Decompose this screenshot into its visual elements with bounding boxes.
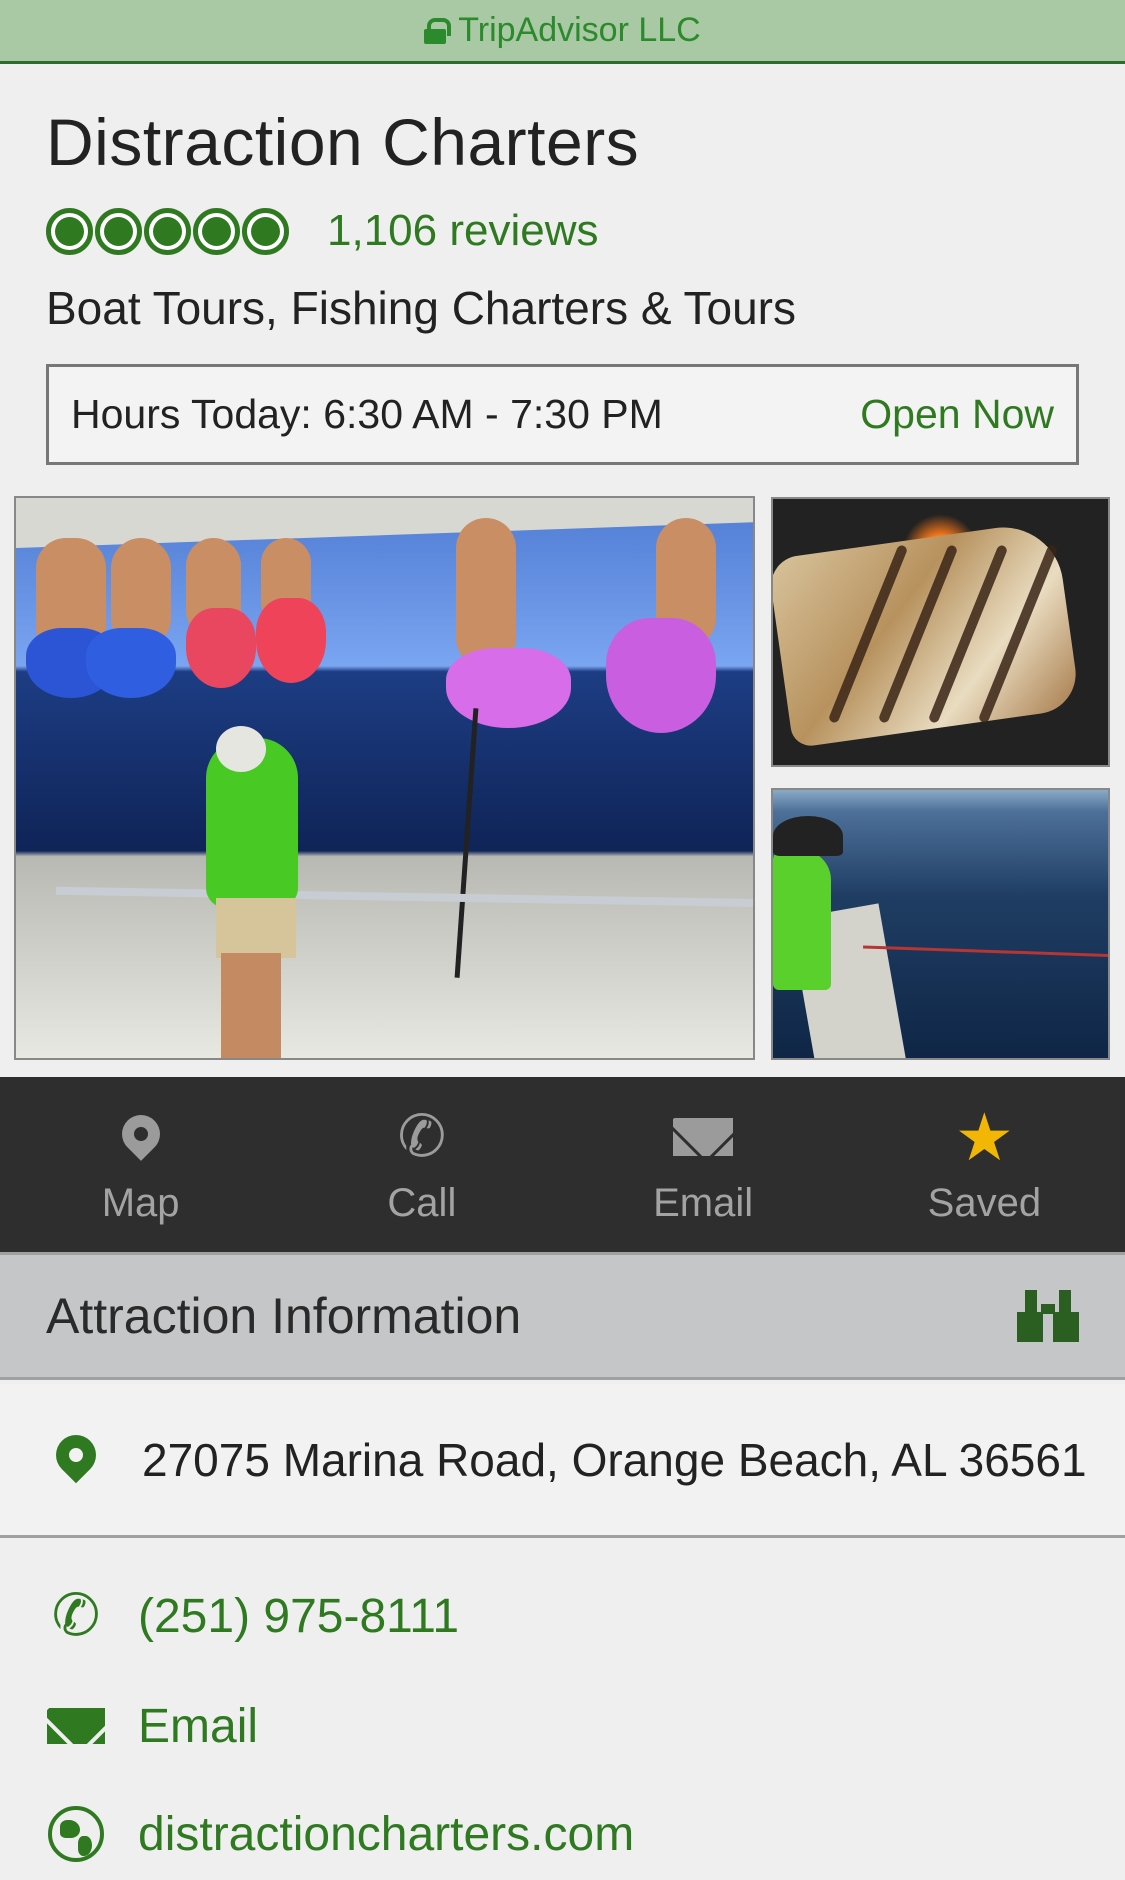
phone-row[interactable]: ✆ (251) 975-8111 [46,1576,1106,1656]
photo-main[interactable] [14,496,755,1060]
secure-site-bar: TripAdvisor LLC [0,0,1125,64]
section-title: Attraction Information [46,1288,522,1344]
location-pin-icon [47,1426,105,1483]
rating-bubble-icon [242,207,289,255]
rating-bubble-icon [144,207,191,255]
categories: Boat Tours, Fishing Charters & Tours [46,282,796,334]
site-name: TripAdvisor LLC [458,11,701,49]
map-button[interactable]: Map [0,1077,281,1252]
globe-icon [48,1806,104,1862]
address-text: 27075 Marina Road, Orange Beach, AL 3656… [142,1433,1087,1486]
email-link[interactable]: Email [138,1699,258,1754]
attraction-title: Distraction Charters [46,105,640,179]
phone-link[interactable]: (251) 975-8111 [138,1589,459,1644]
action-bar: Map ✆ Call Email ★ Saved [0,1077,1125,1252]
rating-bubble-icon [46,207,93,255]
mail-icon [673,1118,734,1156]
phone-icon: ✆ [397,1104,447,1169]
email-button[interactable]: Email [563,1077,844,1252]
star-icon: ★ [954,1100,1014,1174]
mail-icon [47,1708,105,1744]
photo-fishing-sea[interactable] [771,788,1110,1060]
call-button[interactable]: ✆ Call [281,1077,562,1252]
binoculars-icon [1017,1290,1079,1342]
saved-button[interactable]: ★ Saved [844,1077,1125,1252]
email-row[interactable]: Email [46,1686,1106,1766]
phone-icon: ✆ [51,1583,101,1648]
rating-bubble-icon [193,207,240,255]
reviews-link[interactable]: 1,106 reviews [327,206,598,256]
photo-grilled-fish[interactable] [771,497,1110,767]
address-row[interactable]: 27075 Marina Road, Orange Beach, AL 3656… [0,1384,1125,1538]
map-pin-icon [113,1107,168,1161]
website-link[interactable]: distractioncharters.com [138,1807,634,1862]
rating-row[interactable]: 1,106 reviews [46,206,598,256]
hours-today: Hours Today: 6:30 AM - 7:30 PM [71,391,663,437]
saved-label: Saved [927,1181,1042,1225]
rating-bubbles [46,207,289,255]
open-status: Open Now [860,391,1054,437]
lock-icon [424,17,452,44]
rating-bubble-icon [95,207,142,255]
website-row[interactable]: distractioncharters.com [46,1794,1106,1874]
email-label: Email [653,1181,754,1225]
attraction-info-header: Attraction Information [0,1252,1125,1380]
hours-box[interactable]: Hours Today: 6:30 AM - 7:30 PM Open Now [46,364,1079,465]
map-label: Map [101,1181,180,1225]
call-label: Call [387,1181,457,1225]
